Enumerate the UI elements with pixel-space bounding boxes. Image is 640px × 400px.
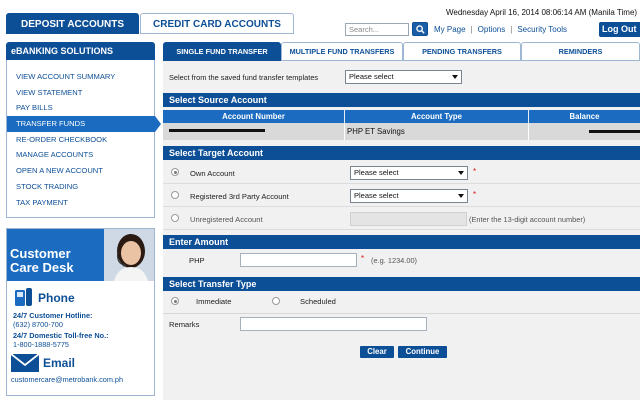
registered-account-select[interactable]: Please select	[350, 189, 468, 203]
remarks-label: Remarks	[169, 320, 200, 329]
transfer-form: Select from the saved fund transfer temp…	[163, 61, 640, 400]
tollfree-label: 24/7 Domestic Toll-free No.:	[13, 331, 109, 340]
search-input[interactable]: Search...	[345, 23, 409, 36]
unregistered-account-hint: (Enter the 13-digit account number)	[469, 215, 586, 224]
clear-button[interactable]: Clear	[360, 346, 394, 358]
transfer-tabs: SINGLE FUND TRANSFER MULTIPLE FUND TRANS…	[163, 42, 640, 61]
continue-button[interactable]: Continue	[398, 346, 447, 358]
scheduled-radio[interactable]	[272, 297, 280, 305]
currency-label: PHP	[189, 256, 205, 265]
sidebar-item-view-statement[interactable]: VIEW STATEMENT	[7, 85, 154, 101]
own-account-radio[interactable]	[171, 168, 179, 176]
tab-credit-card-accounts[interactable]: CREDIT CARD ACCOUNTS	[140, 13, 294, 34]
utility-links: My Page | Options | Security Tools	[434, 25, 567, 34]
customer-care-banner: Customer Care Desk	[7, 229, 154, 281]
link-separator: |	[510, 25, 513, 34]
account-type-cell: PHP ET Savings	[345, 123, 529, 140]
email-label: Email	[43, 356, 76, 370]
phone-icon	[15, 288, 32, 306]
account-number-cell	[163, 123, 345, 140]
required-mark: *	[473, 190, 477, 199]
sidebar-item-manage-accounts[interactable]: MANAGE ACCOUNTS	[7, 147, 154, 163]
unregistered-account-row: Unregistered Account (Enter the 13-digit…	[163, 208, 640, 230]
my-page-link[interactable]: My Page	[434, 25, 466, 34]
tab-deposit-accounts[interactable]: DEPOSIT ACCOUNTS	[6, 13, 139, 34]
column-account-number: Account Number	[163, 110, 345, 123]
redaction-mark	[169, 129, 265, 132]
chevron-down-icon	[452, 75, 458, 79]
options-link[interactable]: Options	[478, 25, 506, 34]
column-balance: Balance	[569, 112, 600, 121]
tab-single-fund-transfer[interactable]: SINGLE FUND TRANSFER	[163, 42, 281, 61]
chevron-down-icon	[458, 171, 464, 175]
current-datetime: Wednesday April 16, 2014 08:06:14 AM (Ma…	[446, 8, 638, 17]
balance-cell	[529, 123, 640, 140]
source-account-header: Select Source Account	[163, 93, 640, 107]
customer-care-title-line1: Customer	[10, 246, 71, 261]
template-prompt: Select from the saved fund transfer temp…	[169, 73, 319, 82]
tab-reminders[interactable]: REMINDERS	[521, 42, 640, 61]
immediate-radio[interactable]	[171, 297, 179, 305]
own-account-select-value: Please select	[354, 168, 399, 177]
chevron-down-icon	[458, 194, 464, 198]
amount-input[interactable]	[240, 253, 357, 267]
unregistered-account-input[interactable]	[350, 212, 467, 226]
phone-label: Phone	[38, 291, 75, 305]
sidebar-item-view-account-summary[interactable]: VIEW ACCOUNT SUMMARY	[7, 69, 154, 85]
customer-care-title-line2: Care Desk	[10, 260, 74, 275]
target-account-header: Select Target Account	[163, 146, 640, 160]
transfer-type-header: Select Transfer Type	[163, 277, 640, 291]
required-mark: *	[361, 254, 365, 263]
customer-care-title: Customer Care Desk	[10, 247, 74, 275]
own-account-select[interactable]: Please select	[350, 166, 468, 180]
amount-header: Enter Amount	[163, 235, 640, 249]
sidebar-menu: VIEW ACCOUNT SUMMARY VIEW STATEMENT PAY …	[6, 60, 161, 218]
tollfree-number: 1-800-1888-5775	[13, 340, 69, 349]
top-tabs: DEPOSIT ACCOUNTS CREDIT CARD ACCOUNTS	[6, 13, 294, 34]
own-account-row: Own Account Please select *	[163, 162, 640, 184]
remarks-input[interactable]	[240, 317, 427, 331]
scheduled-label: Scheduled	[300, 297, 336, 306]
template-select-value: Please select	[349, 72, 394, 81]
agent-photo	[104, 229, 154, 281]
sidebar-title: eBANKING SOLUTIONS	[6, 42, 155, 60]
search-icon	[416, 25, 425, 34]
logout-button[interactable]: Log Out	[599, 22, 640, 37]
security-tools-link[interactable]: Security Tools	[517, 25, 567, 34]
sidebar-item-transfer-funds[interactable]: TRANSFER FUNDS	[7, 116, 161, 132]
own-account-label: Own Account	[190, 169, 235, 178]
hotline-label: 24/7 Customer Hotline:	[13, 311, 93, 320]
link-separator: |	[470, 25, 473, 34]
email-address[interactable]: customercare@metrobank.com.ph	[11, 375, 123, 384]
sidebar-item-reorder-checkbook[interactable]: RE-ORDER CHECKBOOK	[7, 132, 154, 148]
required-mark: *	[473, 167, 477, 176]
unregistered-account-label: Unregistered Account	[190, 215, 263, 224]
registered-account-label: Registered 3rd Party Account	[190, 192, 289, 201]
tab-multiple-fund-transfers[interactable]: MULTIPLE FUND TRANSFERS	[281, 42, 403, 61]
redaction-mark	[589, 130, 640, 133]
search-button[interactable]	[412, 22, 428, 36]
tab-pending-transfers[interactable]: PENDING TRANSFERS	[403, 42, 521, 61]
sidebar-item-pay-bills[interactable]: PAY BILLS	[7, 100, 154, 116]
unregistered-account-radio[interactable]	[171, 214, 179, 222]
registered-account-row: Registered 3rd Party Account Please sele…	[163, 185, 640, 207]
registered-account-radio[interactable]	[171, 191, 179, 199]
customer-care-panel: Customer Care Desk Phone 24/7 Customer H…	[6, 228, 155, 396]
sidebar-item-open-new-account[interactable]: OPEN A NEW ACCOUNT	[7, 163, 154, 179]
divider	[163, 313, 640, 314]
hotline-number: (632) 8700-700	[13, 320, 63, 329]
email-icon	[11, 353, 39, 372]
immediate-label: Immediate	[196, 297, 232, 306]
template-select[interactable]: Please select	[345, 70, 462, 84]
source-table-header: Account Number Account Type Balance	[163, 110, 640, 123]
column-account-type: Account Type	[345, 110, 529, 123]
table-row[interactable]: PHP ET Savings	[163, 123, 640, 140]
amount-hint: (e.g. 1234.00)	[371, 256, 418, 265]
registered-account-select-value: Please select	[354, 191, 399, 200]
sidebar-item-tax-payment[interactable]: TAX PAYMENT	[7, 195, 154, 211]
sidebar-item-stock-trading[interactable]: STOCK TRADING	[7, 179, 154, 195]
